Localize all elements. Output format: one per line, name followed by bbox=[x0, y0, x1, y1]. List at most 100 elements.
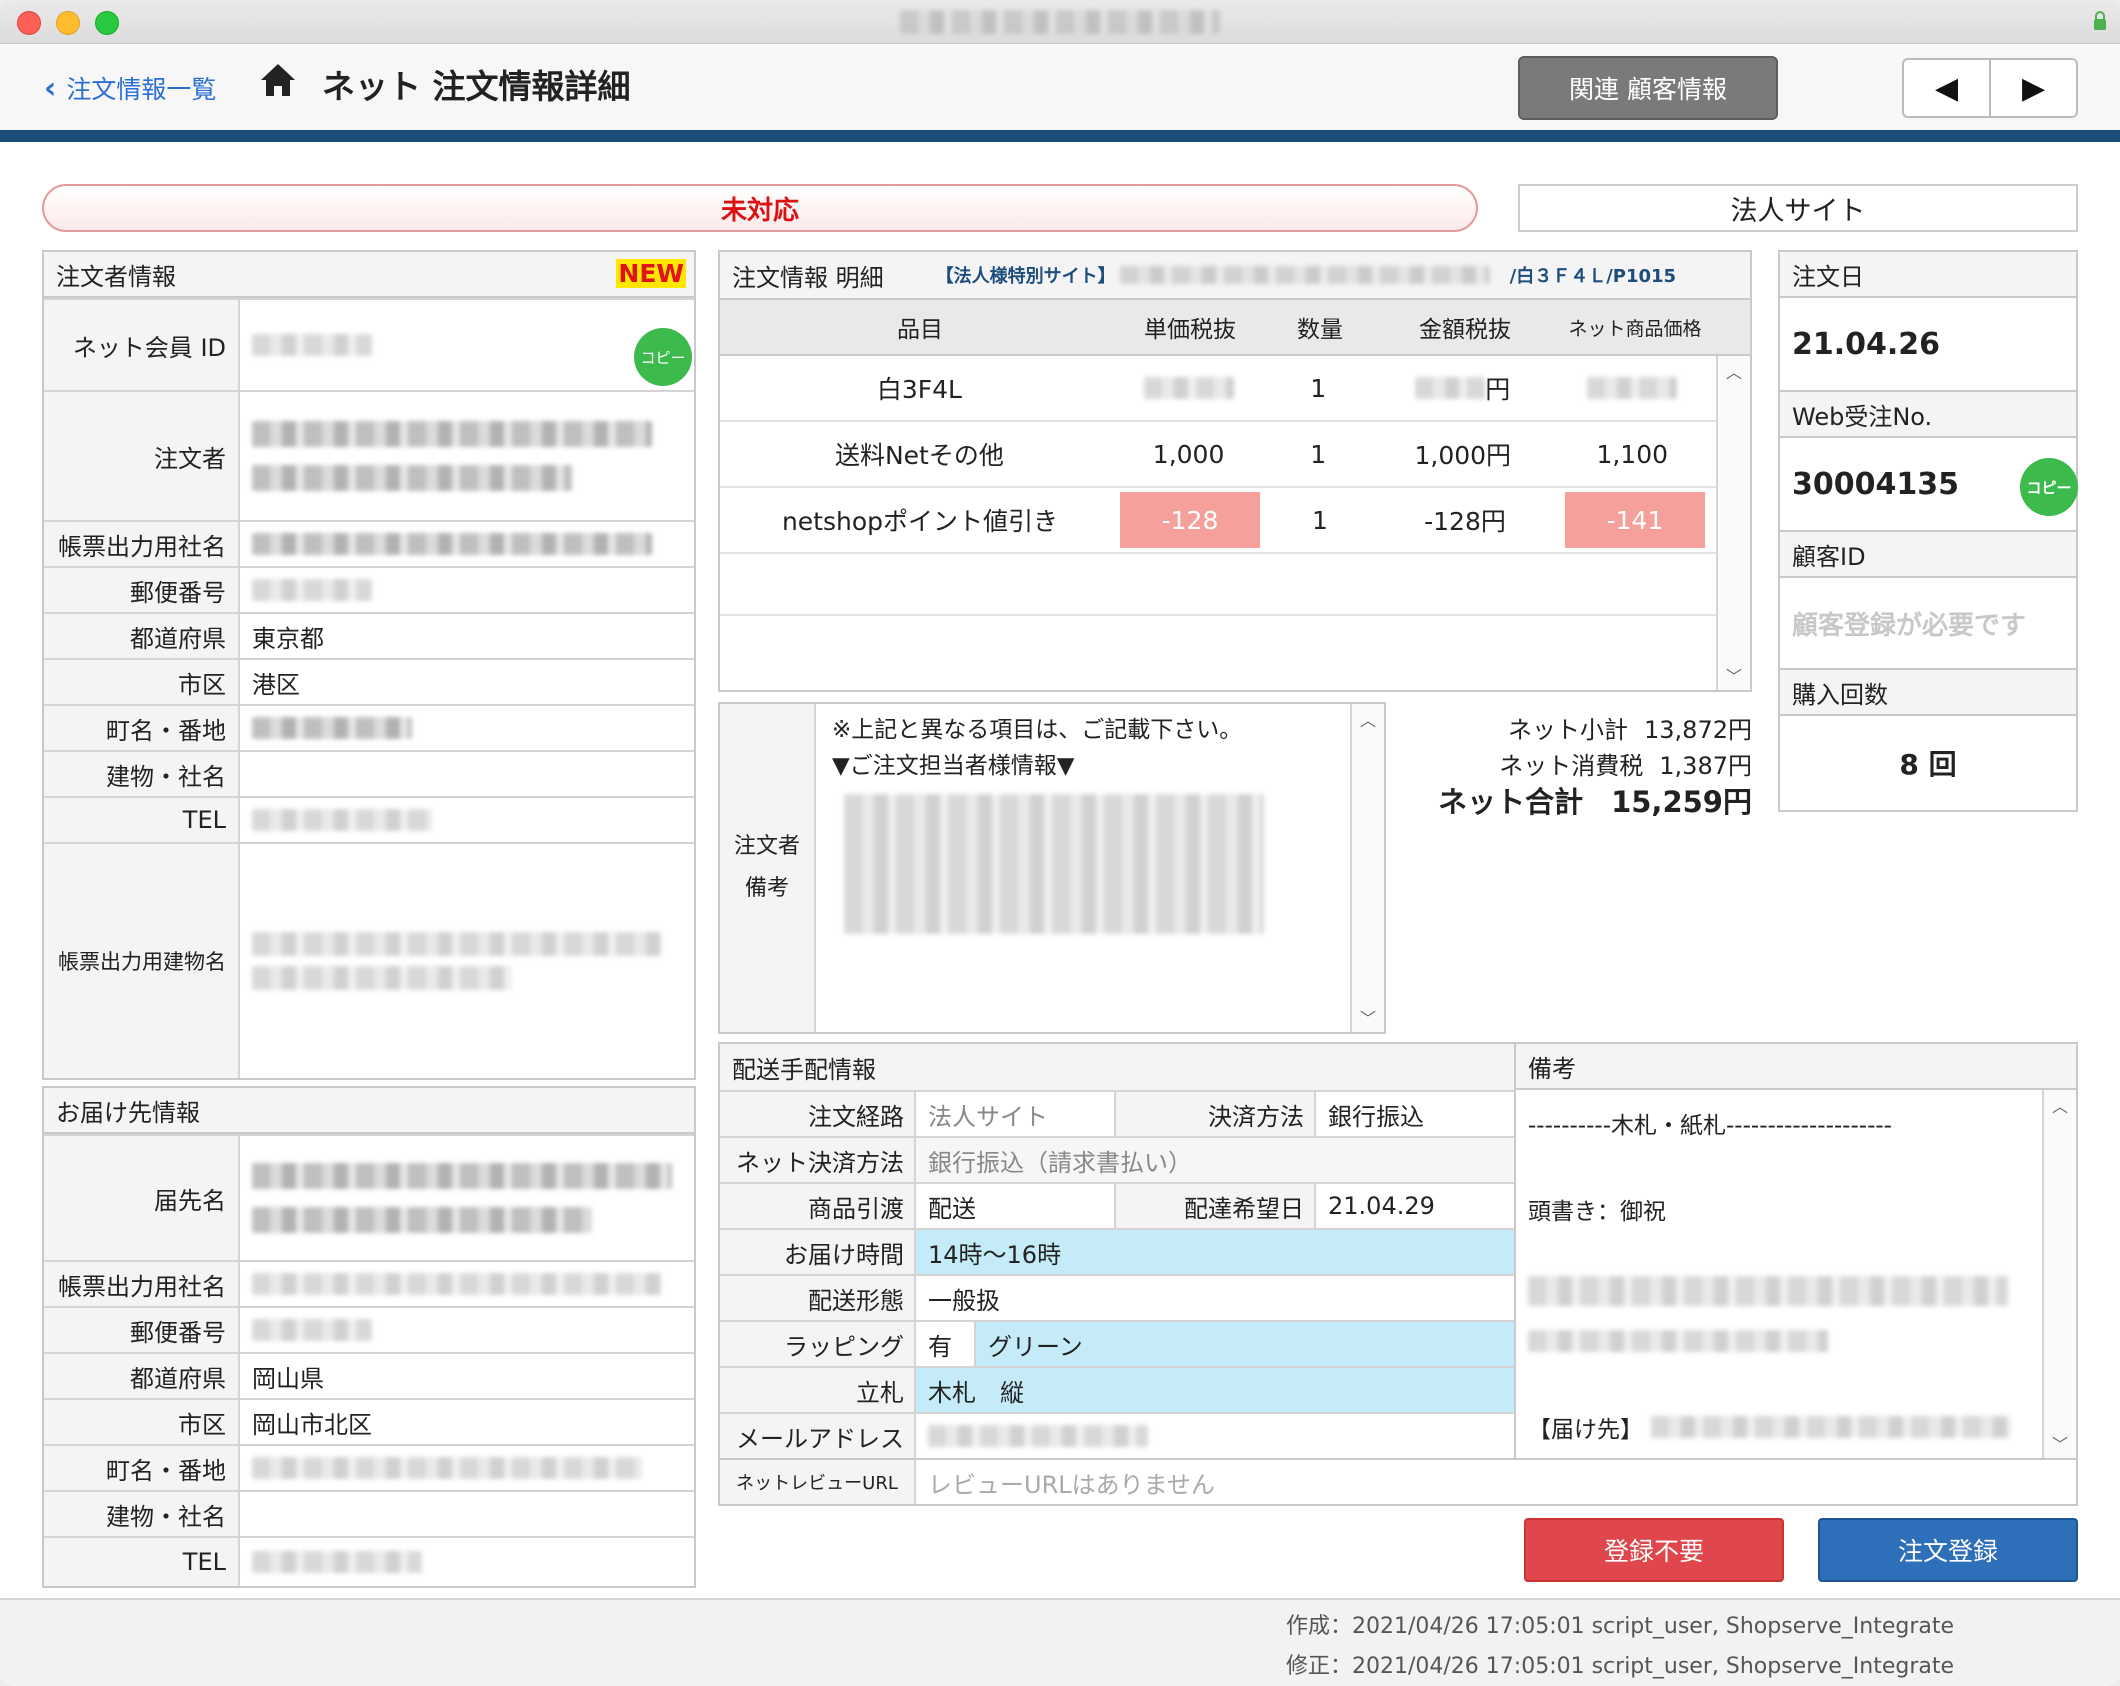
delivery-panel-header: お届け先情報 bbox=[44, 1088, 694, 1134]
register-order-button[interactable]: 注文登録 bbox=[1818, 1518, 2078, 1582]
memo-text[interactable]: ※上記と異なる項目は、ご記載下さい。 ▼ご注文担当者様情報▼ bbox=[832, 712, 1264, 934]
memo-line: ▼ご注文担当者様情報▼ bbox=[832, 753, 1075, 779]
table-row[interactable]: 白3F4L 1 円 bbox=[720, 356, 1717, 422]
net-price: -141 bbox=[1565, 492, 1705, 548]
title-bar bbox=[0, 0, 2120, 44]
field-label: ネット会員 ID bbox=[44, 300, 240, 390]
field-label: 配達希望日 bbox=[1116, 1184, 1316, 1228]
back-link[interactable]: ‹ 注文情報一覧 bbox=[44, 70, 216, 106]
field-label: 商品引渡 bbox=[720, 1184, 916, 1228]
zip-value bbox=[240, 568, 694, 612]
zoom-window-button[interactable] bbox=[95, 11, 119, 35]
order-table-header: 品目 単価税抜 数量 金額税抜 ネット商品価格 bbox=[720, 300, 1750, 356]
orderer-building-row: 建物・社名 bbox=[44, 750, 694, 796]
field-label: メールアドレス bbox=[720, 1414, 916, 1458]
field-label: 町名・番地 bbox=[44, 706, 240, 750]
handover-row: 商品引渡 配送 配達希望日 21.04.29 bbox=[720, 1182, 1514, 1228]
delivery-town-row: 町名・番地 bbox=[44, 1444, 694, 1490]
scroll-up-icon[interactable]: ︿ bbox=[2044, 1090, 2076, 1120]
field-label: TEL bbox=[44, 798, 240, 842]
next-record-button[interactable]: ▶ bbox=[1991, 60, 2076, 116]
order-site-name-redacted bbox=[1119, 266, 1490, 284]
desired-date-value[interactable]: 21.04.29 bbox=[1316, 1184, 1514, 1228]
order-date-label: 注文日 bbox=[1780, 252, 2076, 298]
chevron-left-icon: ‹ bbox=[44, 70, 57, 106]
orderer-memo-panel: 注文者 備考 ※上記と異なる項目は、ご記載下さい。 ▼ご注文担当者様情報▼ ︿ … bbox=[718, 702, 1386, 1034]
field-label: 帳票出力用社名 bbox=[44, 522, 240, 566]
lock-icon bbox=[2094, 11, 2106, 30]
shipping-form-row: 配送形態 一般扱 bbox=[720, 1274, 1514, 1320]
table-row[interactable]: 送料Netその他 1,000 1 1,000円 1,100 bbox=[720, 422, 1717, 488]
orderer-panel: 注文者情報 NEW ネット会員 ID コピー 注文者 帳票出力用社名 郵便番号 … bbox=[42, 250, 696, 1080]
shipping-form-value[interactable]: 一般扱 bbox=[916, 1276, 1514, 1320]
tag-row: 立札 木札 縦 bbox=[720, 1366, 1514, 1412]
web-order-no-value: 30004135 コピー bbox=[1780, 438, 2078, 532]
new-badge: NEW bbox=[616, 259, 686, 288]
copy-web-order-no-button[interactable]: コピー bbox=[2020, 458, 2078, 516]
customer-id-value: 顧客登録が必要です bbox=[1780, 578, 2076, 670]
unit-price: -128 bbox=[1120, 492, 1260, 548]
delivery-panel: お届け先情報 届先名 帳票出力用社名 郵便番号 都道府県 岡山県 市区 岡山市北… bbox=[42, 1086, 696, 1588]
order-detail-panel: 注文情報 明細 【法人様特別サイト】 /白３Ｆ４Ｌ/P1015 品目 単価税抜 … bbox=[718, 250, 1752, 692]
wrapping-color-value[interactable]: グリーン bbox=[976, 1322, 1514, 1366]
wrapping-value[interactable]: 有 bbox=[916, 1322, 976, 1366]
amount: -128円 bbox=[1424, 507, 1506, 536]
purchase-count-value: 8 回 bbox=[1899, 748, 1957, 781]
unit-price: 1,000 bbox=[1152, 439, 1225, 469]
delivery-city-value: 岡山市北区 bbox=[252, 1410, 372, 1439]
invoice-building-value bbox=[240, 844, 694, 1078]
site-indicator: 法人サイト bbox=[1518, 184, 2078, 232]
status-badge[interactable]: 未対応 bbox=[42, 184, 1478, 232]
field-label: 都道府県 bbox=[44, 614, 240, 658]
field-label: 都道府県 bbox=[44, 1354, 240, 1398]
notes-panel-header: 備考 bbox=[1516, 1044, 2076, 1090]
prev-record-button[interactable]: ◀ bbox=[1904, 60, 1991, 116]
field-label: 注文者 bbox=[44, 392, 240, 520]
notes-line: 【届け先】 bbox=[1528, 1410, 2011, 1444]
field-label: 町名・番地 bbox=[44, 1446, 240, 1490]
net-payment-row: ネット決済方法 銀行振込（請求書払い） bbox=[720, 1136, 1514, 1182]
delivery-invoice-company-row: 帳票出力用社名 bbox=[44, 1260, 694, 1306]
field-label: ネット決済方法 bbox=[720, 1138, 916, 1182]
table-row-empty bbox=[720, 554, 1717, 616]
home-icon[interactable] bbox=[258, 60, 298, 100]
scroll-up-icon[interactable]: ︿ bbox=[1718, 356, 1750, 386]
delivery-tel-row: TEL bbox=[44, 1536, 694, 1586]
pref-value: 東京都 bbox=[252, 624, 324, 653]
shipping-panel: 配送手配情報 注文経路 法人サイト 決済方法 銀行振込 ネット決済方法 銀行振込… bbox=[718, 1042, 1516, 1460]
notes-scrollbar[interactable]: ︿ ﹀ bbox=[2042, 1090, 2076, 1458]
table-row[interactable]: netshopポイント値引き -128 1 -128円 -141 bbox=[720, 488, 1717, 554]
delivery-time-value[interactable]: 14時〜16時 bbox=[916, 1230, 1514, 1274]
tel-value bbox=[240, 798, 694, 842]
city-value: 港区 bbox=[252, 670, 300, 699]
order-table-scrollbar[interactable]: ︿ ﹀ bbox=[1716, 356, 1750, 690]
tag-value[interactable]: 木札 縦 bbox=[916, 1368, 1514, 1412]
email-value[interactable] bbox=[916, 1414, 1514, 1458]
field-label: 決済方法 bbox=[1116, 1092, 1316, 1136]
delivery-town-value bbox=[240, 1446, 694, 1490]
memo-label-line: 注文者 bbox=[733, 834, 800, 859]
delivery-pref-value: 岡山県 bbox=[252, 1364, 324, 1393]
order-summary-panel: 注文日 21.04.26 Web受注No. 30004135 コピー 顧客ID … bbox=[1778, 250, 2078, 812]
quantity: 1 bbox=[1310, 439, 1327, 469]
memo-redacted bbox=[844, 794, 1264, 934]
field-label: 郵便番号 bbox=[44, 568, 240, 612]
skip-registration-button[interactable]: 登録不要 bbox=[1524, 1518, 1784, 1582]
back-link-label: 注文情報一覧 bbox=[66, 75, 217, 104]
invoice-company-value bbox=[240, 522, 694, 566]
memo-scrollbar[interactable]: ︿ ﹀ bbox=[1350, 704, 1384, 1032]
minimize-window-button[interactable] bbox=[56, 11, 80, 35]
field-label: ネットレビューURL bbox=[720, 1460, 916, 1504]
order-site-tag: 【法人様特別サイト】 bbox=[935, 266, 1116, 287]
modified-info: 修正：2021/04/26 17:05:01 script_user, Shop… bbox=[1286, 1654, 1955, 1679]
copy-member-id-button[interactable]: コピー bbox=[634, 328, 692, 386]
total-line: ネット合計 15,259円 bbox=[1400, 784, 1752, 820]
scroll-down-icon[interactable]: ﹀ bbox=[2044, 1428, 2076, 1458]
close-window-button[interactable] bbox=[17, 11, 41, 35]
scroll-up-icon[interactable]: ︿ bbox=[1352, 704, 1384, 734]
scroll-down-icon[interactable]: ﹀ bbox=[1718, 660, 1750, 690]
review-url-value[interactable]: レビューURLはありません bbox=[916, 1460, 1215, 1504]
related-customer-button[interactable]: 関連 顧客情報 bbox=[1518, 56, 1778, 120]
scroll-down-icon[interactable]: ﹀ bbox=[1352, 1002, 1384, 1032]
column-header: 金額税抜 bbox=[1419, 317, 1511, 343]
